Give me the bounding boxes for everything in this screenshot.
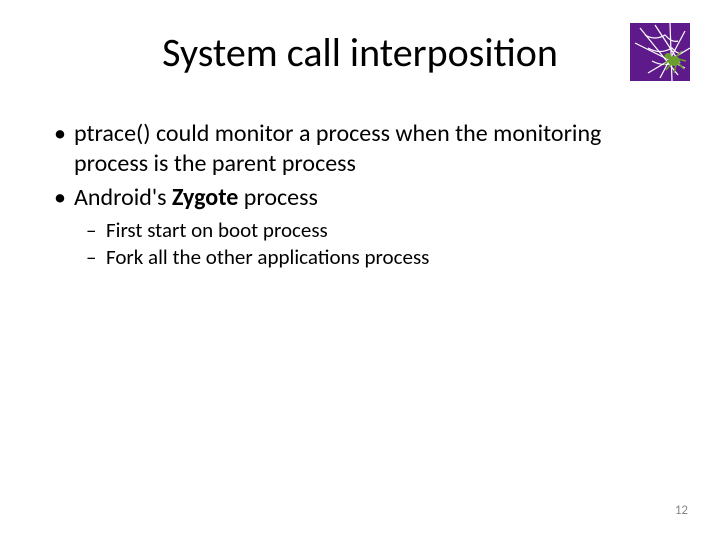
page-number: 12 — [675, 503, 688, 518]
bullet-text-bold: Zygote — [172, 183, 238, 212]
bullet-item: Android's Zygote process — [50, 183, 670, 213]
bullet-item: ptrace() could monitor a process when th… — [50, 119, 670, 179]
slide-content: ptrace() could monitor a process when th… — [0, 81, 720, 272]
bullet-text-prefix: Android's — [74, 183, 172, 212]
slide-title: System call interposition — [90, 28, 630, 77]
bullet-text-suffix: process — [238, 183, 318, 212]
sub-bullet-item: Fork all the other applications process — [50, 244, 670, 271]
spider-web-logo-icon — [630, 23, 690, 81]
sub-bullet-item: First start on boot process — [50, 217, 670, 244]
